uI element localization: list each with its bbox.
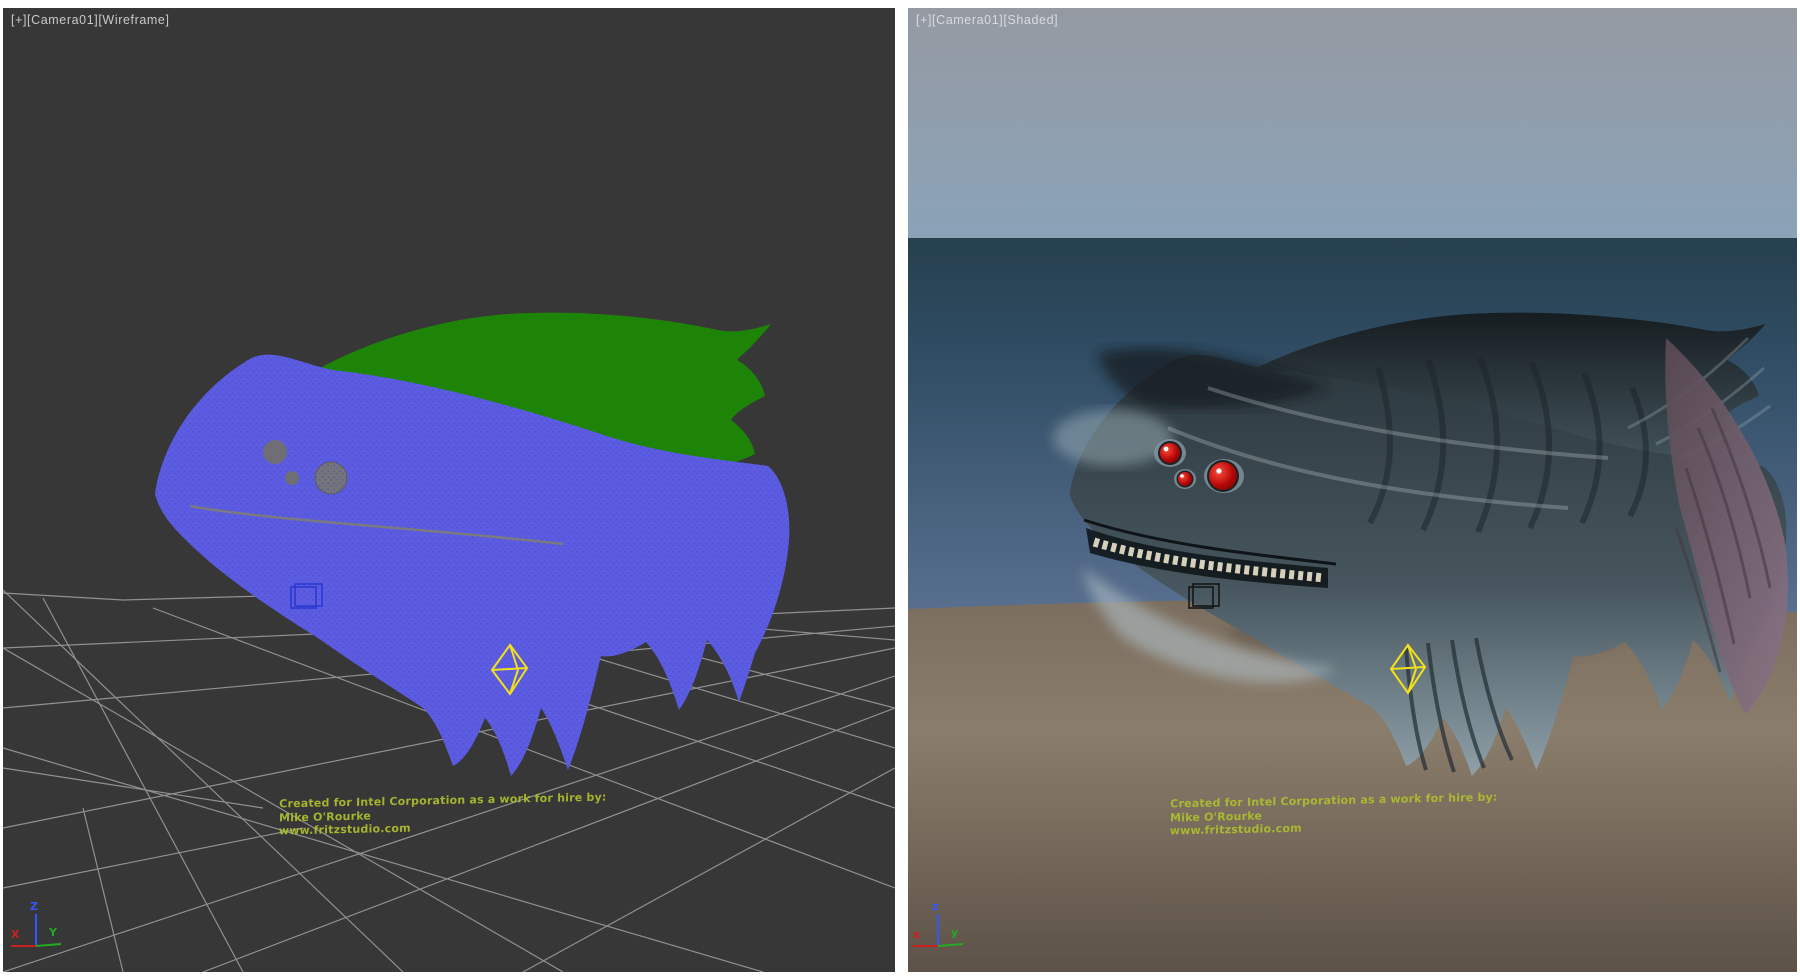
axis-x-label: X <box>11 928 20 941</box>
axis-tripod-icon: Z X Y <box>11 900 61 946</box>
watermark-text: Created for Intel Corporation as a work … <box>1170 791 1498 838</box>
dual-viewport-canvas: [+][Camera01][Wireframe] <box>0 0 1800 978</box>
viewport-shaded[interactable]: [+][Camera01][Shaded] <box>908 8 1797 972</box>
eye-highlight <box>1164 447 1169 452</box>
viewport-label-wireframe[interactable]: [+][Camera01][Wireframe] <box>11 13 170 27</box>
fish-eye-spot <box>285 471 299 485</box>
axis-y-label: Y <box>48 926 58 939</box>
eye-stipple <box>315 462 347 494</box>
sky <box>908 8 1797 238</box>
eye-highlight <box>1216 468 1221 473</box>
axis-z-label: z <box>932 900 938 913</box>
axis-x-label: x <box>913 928 920 941</box>
fish-eye-spot <box>263 440 287 464</box>
eye-highlight <box>1180 474 1184 478</box>
viewport-label-shaded[interactable]: [+][Camera01][Shaded] <box>916 13 1058 27</box>
viewport-wireframe[interactable]: [+][Camera01][Wireframe] <box>3 8 895 972</box>
axis-z-label: Z <box>30 900 38 913</box>
watermark-text: Created for Intel Corporation as a work … <box>279 791 607 838</box>
red-eye <box>1160 443 1180 463</box>
axis-y-label: y <box>951 926 958 939</box>
red-eye <box>1209 462 1237 490</box>
red-eye <box>1178 472 1192 486</box>
